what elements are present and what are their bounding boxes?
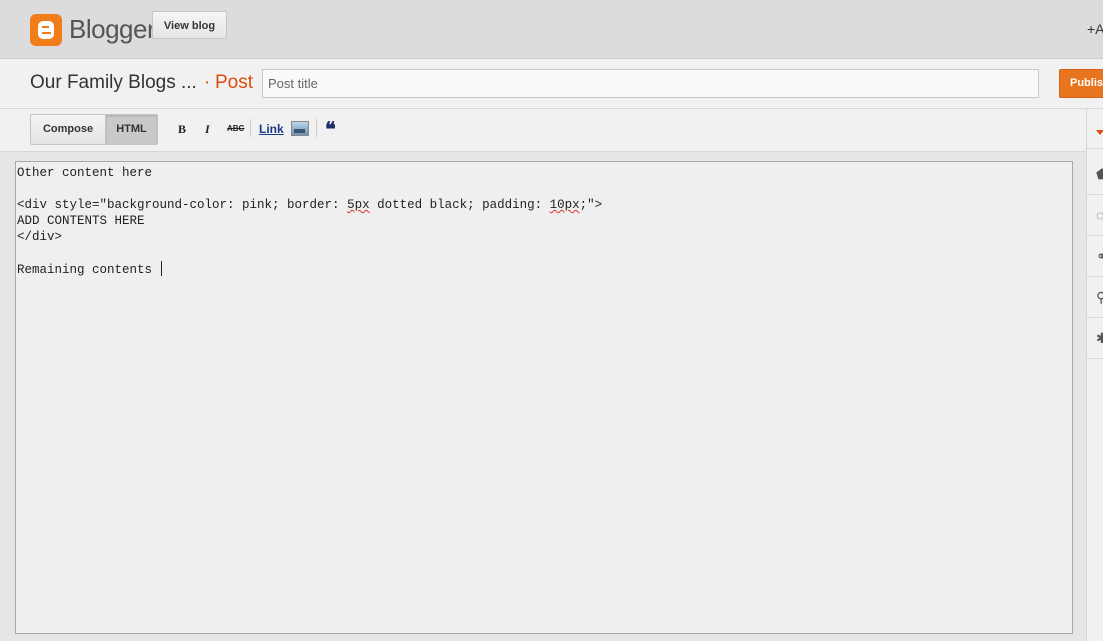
spellcheck-word: 10px [549, 198, 580, 212]
toolbar-divider [316, 119, 317, 137]
insert-link-button[interactable]: Link [259, 122, 284, 136]
labels-setting[interactable]: ⬟ [1087, 155, 1103, 195]
editor-line: ADD CONTENTS HERE [17, 214, 145, 228]
editor-area: Other content here <div style="backgroun… [0, 152, 1086, 641]
code-text: <div style="background-color: pink; bord… [17, 198, 348, 212]
bold-button[interactable]: B [178, 122, 186, 137]
html-editor-textarea[interactable]: Other content here <div style="backgroun… [15, 161, 1073, 634]
blog-name[interactable]: Our Family Blogs ... [30, 72, 197, 94]
text-caret [160, 261, 162, 276]
compose-mode-button[interactable]: Compose [31, 115, 106, 144]
post-settings-sidebar: ⬟ ◌ ⚭ ⚲ ✱ [1086, 109, 1103, 641]
editor-line: Other content here [17, 166, 153, 180]
post-label: Post [215, 72, 254, 93]
options-gear-icon: ✱ [1096, 330, 1103, 346]
editor-mode-toggle: Compose HTML [30, 114, 158, 145]
title-bar: Our Family Blogs ... · Post Publis [0, 59, 1103, 109]
permalink-icon: ⚭ [1096, 248, 1103, 264]
editor-line: </div> [17, 230, 63, 244]
insert-image-icon[interactable] [291, 121, 309, 136]
account-link[interactable]: +A [1087, 21, 1103, 37]
toolbar-divider [250, 119, 251, 137]
editor-line: Remaining contents [17, 261, 1072, 277]
spellcheck-word: 5px [347, 198, 370, 212]
brand-name[interactable]: Blogger [69, 14, 156, 45]
label-tag-icon: ⬟ [1096, 166, 1103, 182]
title-separator: · [204, 72, 211, 93]
location-setting[interactable]: ⚲ [1087, 278, 1103, 318]
schedule-setting[interactable]: ◌ [1087, 196, 1103, 236]
top-bar: Blogger View blog +A [0, 0, 1103, 59]
options-setting[interactable]: ✱ [1087, 319, 1103, 359]
permalink-setting[interactable]: ⚭ [1087, 237, 1103, 277]
location-pin-icon: ⚲ [1096, 289, 1103, 305]
editor-line: <div style="background-color: pink; bord… [17, 197, 1072, 213]
editor-toolbar: Compose HTML B I ABC Link ❝ [0, 109, 1086, 152]
code-text: ;"> [579, 198, 603, 212]
quote-icon[interactable]: ❝ [325, 118, 336, 140]
schedule-clock-icon: ◌ [1096, 207, 1103, 223]
post-title-input[interactable] [262, 69, 1039, 98]
blogger-logo-icon[interactable] [30, 14, 62, 46]
code-text: Remaining contents [17, 263, 160, 277]
html-mode-button[interactable]: HTML [106, 115, 157, 144]
strikethrough-button[interactable]: ABC [227, 124, 244, 133]
view-blog-button[interactable]: View blog [152, 11, 227, 39]
collapse-arrow-icon [1096, 130, 1103, 135]
post-settings-toggle[interactable] [1087, 109, 1103, 149]
italic-button[interactable]: I [205, 122, 210, 137]
code-text: dotted black; padding: [369, 198, 550, 212]
publish-button[interactable]: Publis [1059, 69, 1103, 98]
